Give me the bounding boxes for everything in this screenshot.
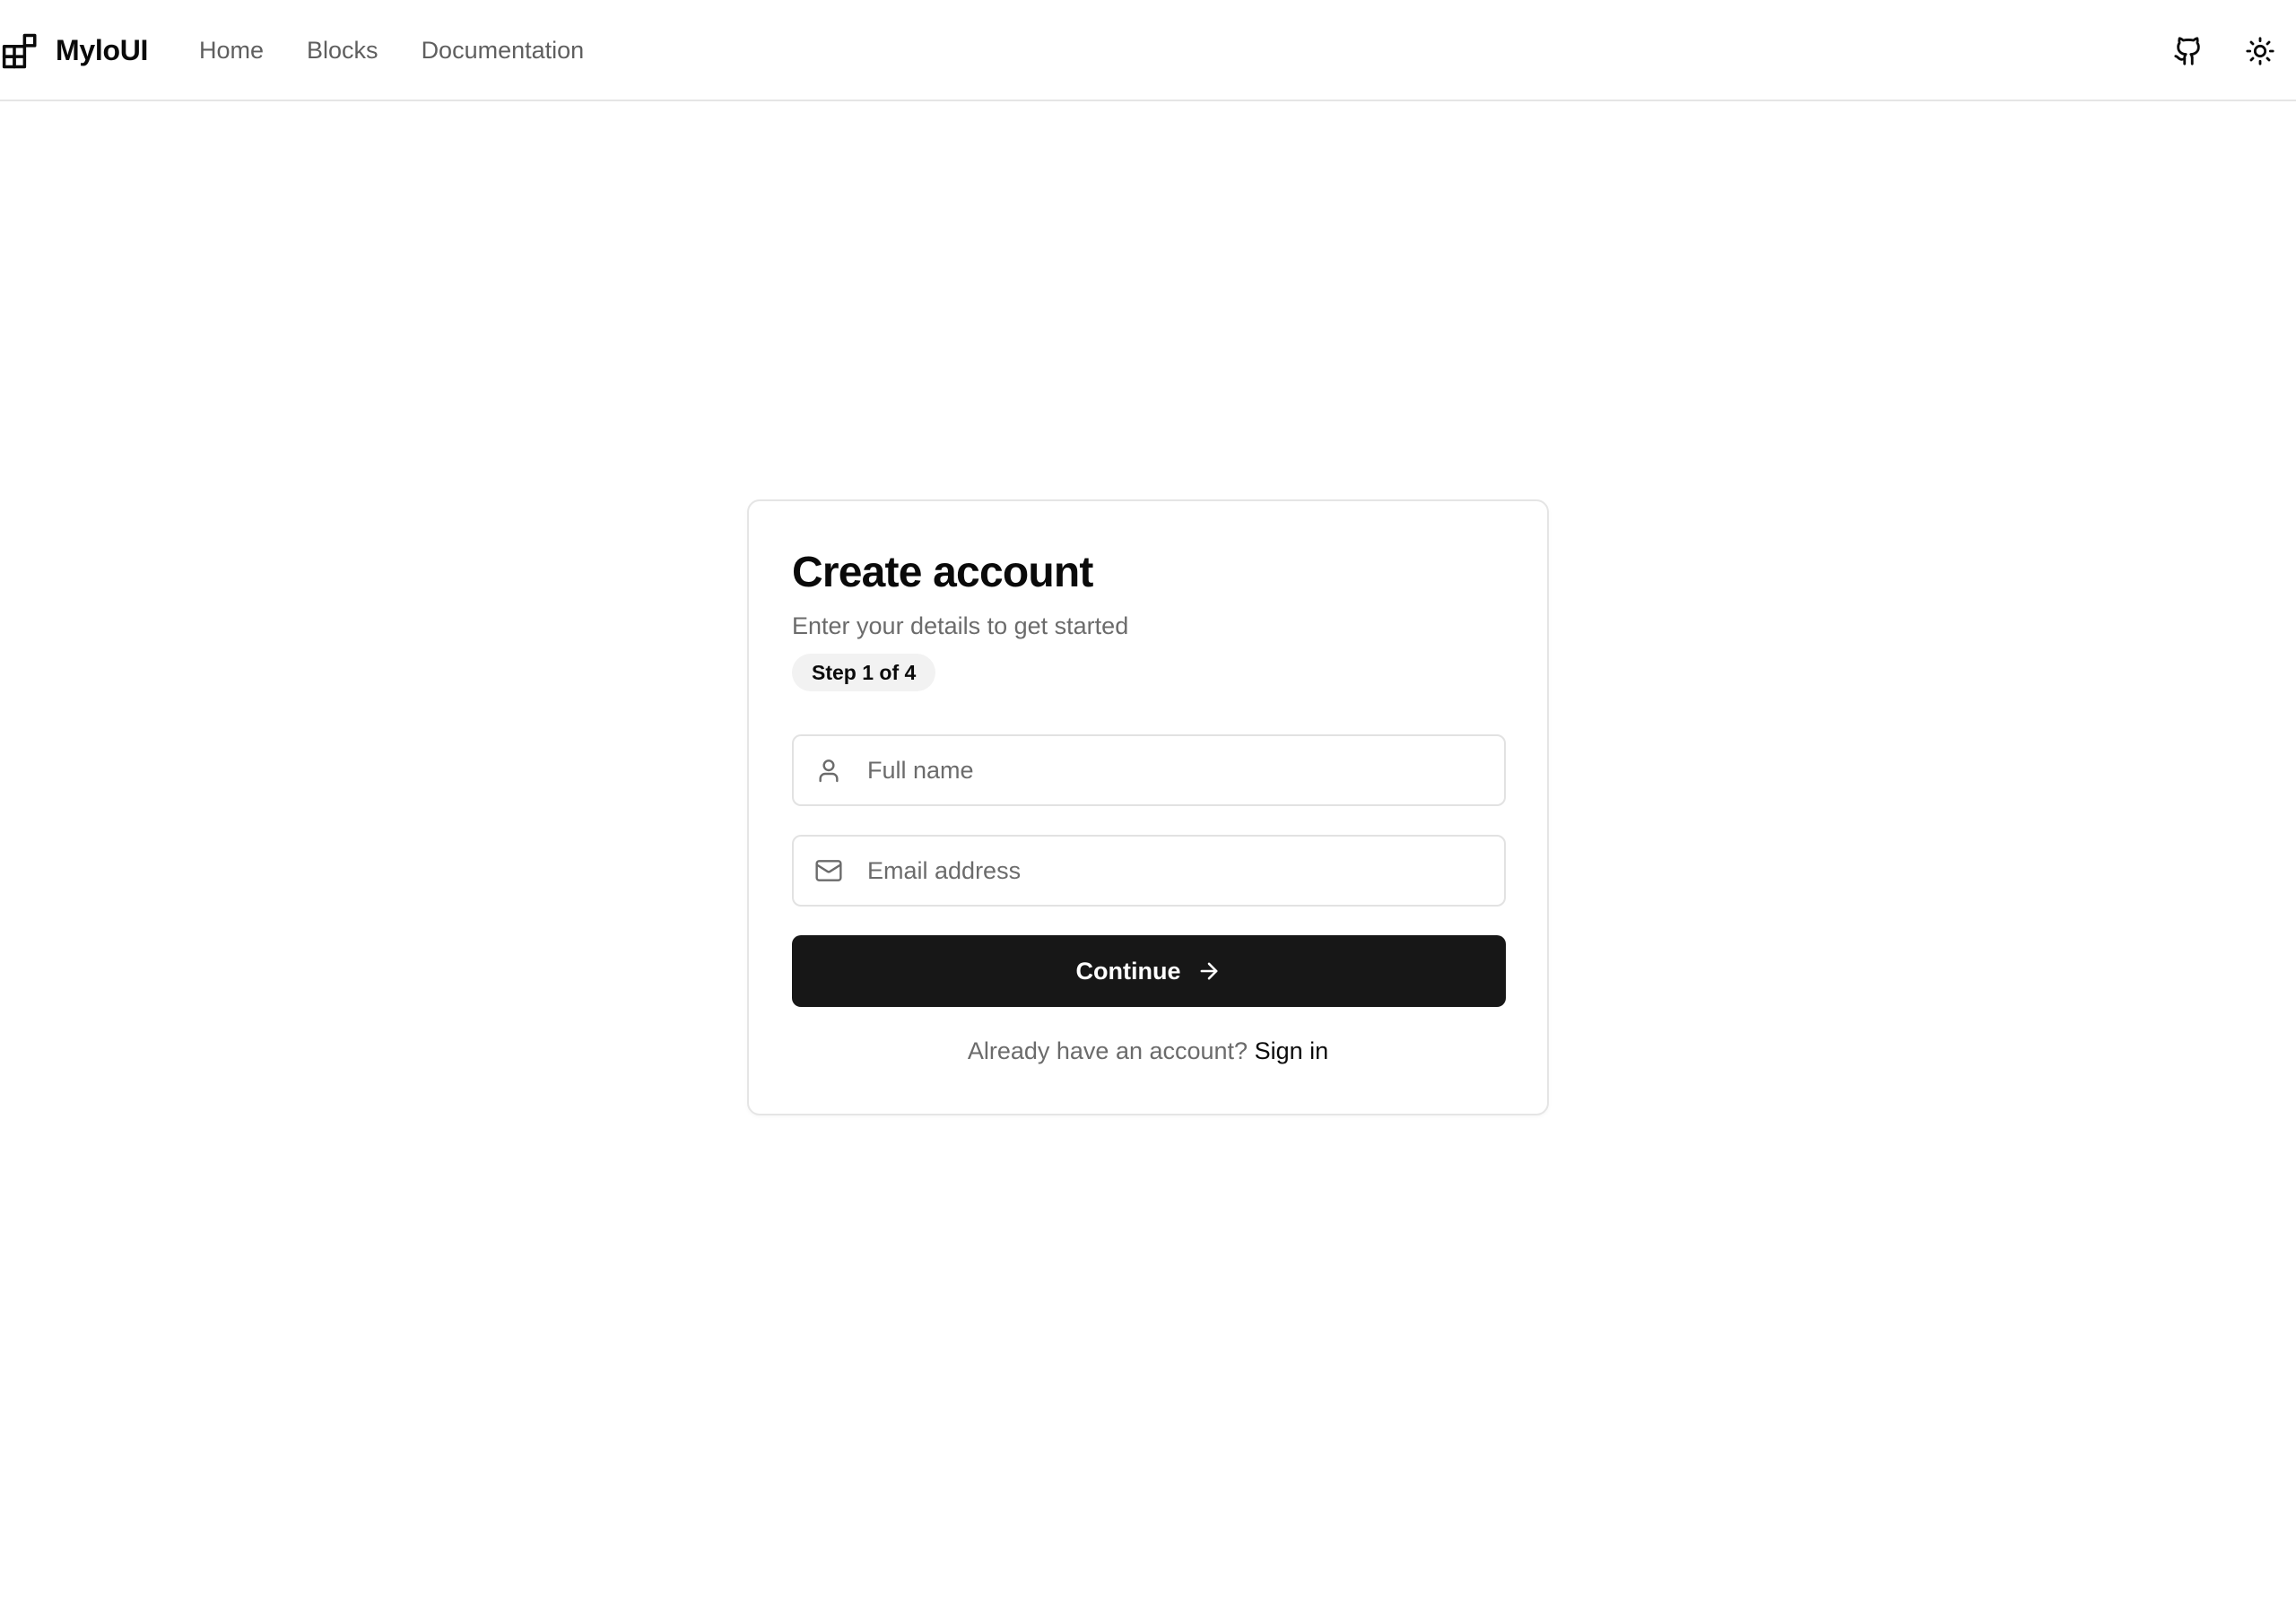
nav-blocks-link[interactable]: Blocks bbox=[307, 37, 378, 65]
blocks-icon bbox=[2, 32, 39, 70]
continue-label: Continue bbox=[1075, 957, 1181, 985]
brand-name: MyloUI bbox=[56, 34, 149, 66]
github-button[interactable] bbox=[2152, 15, 2224, 87]
header-actions bbox=[2152, 0, 2296, 101]
full-name-input[interactable] bbox=[865, 736, 1504, 804]
nav-documentation-link[interactable]: Documentation bbox=[422, 37, 585, 65]
user-icon bbox=[813, 755, 844, 785]
email-input[interactable] bbox=[865, 837, 1504, 905]
sun-icon bbox=[2245, 36, 2275, 66]
continue-button[interactable]: Continue bbox=[792, 935, 1506, 1007]
theme-toggle-button[interactable] bbox=[2224, 15, 2296, 87]
arrow-right-icon bbox=[1196, 959, 1222, 984]
signin-prompt: Already have an account? bbox=[967, 1037, 1248, 1064]
email-field bbox=[792, 835, 1506, 907]
signin-link[interactable]: Sign in bbox=[1255, 1037, 1329, 1064]
full-name-field bbox=[792, 734, 1506, 806]
top-navbar: MyloUI Home Blocks Documentation bbox=[0, 0, 2296, 101]
card-title: Create account bbox=[792, 549, 1093, 596]
create-account-card: Create account Enter your details to get… bbox=[747, 499, 1549, 1115]
nav-home-link[interactable]: Home bbox=[199, 37, 264, 65]
signin-row: Already have an account? Sign in bbox=[749, 1037, 1547, 1065]
main-nav: Home Blocks Documentation bbox=[199, 0, 584, 101]
github-icon bbox=[2173, 36, 2204, 66]
mail-icon bbox=[813, 855, 844, 886]
brand-link[interactable]: MyloUI bbox=[2, 0, 148, 101]
card-subtitle: Enter your details to get started bbox=[792, 612, 1129, 639]
step-badge: Step 1 of 4 bbox=[792, 654, 936, 691]
